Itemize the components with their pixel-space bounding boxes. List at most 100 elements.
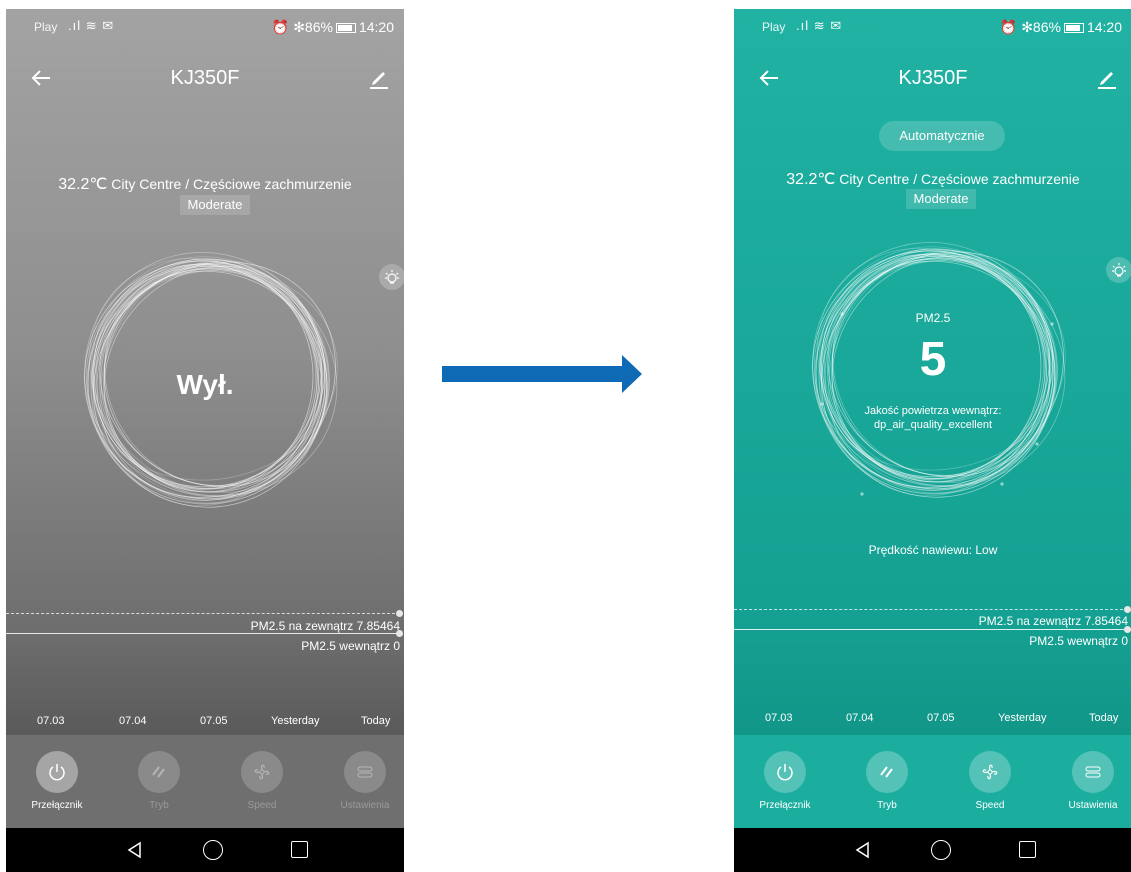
status-bar: Play .ıl ≋ ✉ ⏰ ✻86% 14:20 <box>734 9 1131 45</box>
outdoor-pm-dot <box>396 610 403 617</box>
outdoor-pm-line <box>6 613 400 614</box>
control-bar: Przełącznik Tryb Speed Ustawienia <box>6 735 404 828</box>
location-condition: City Centre / Częściowe zachmurzenie <box>111 176 352 192</box>
indoor-pm-label: PM2.5 wewnątrz 0 <box>301 639 400 653</box>
air-quality-line1: Jakość powietrza wewnątrz: <box>864 405 1002 417</box>
power-icon <box>777 764 793 781</box>
mode-button[interactable] <box>866 751 908 793</box>
temperature: 32.2℃ <box>58 176 108 193</box>
mode-pill[interactable]: Automatycznie <box>879 121 1005 151</box>
nav-recent-apps-icon[interactable] <box>1019 841 1036 858</box>
weather-line: 32.2℃ City Centre / Częściowe zachmurzen… <box>6 174 404 194</box>
date-label[interactable]: Yesterday <box>271 715 320 727</box>
fan-speed-text: Prędkość nawiewu: Low <box>868 543 998 557</box>
settings-label: Ustawienia <box>340 800 390 811</box>
nav-back-icon[interactable] <box>125 840 145 860</box>
settings-label: Ustawienia <box>1068 800 1118 811</box>
device-title: KJ350F <box>170 67 240 89</box>
app-bar: KJ350F <box>734 61 1131 101</box>
power-icon <box>49 764 65 781</box>
phone-screen-off: Play .ıl ≋ ✉ ⏰ ✻86% 14:20 KJ350F 32.2℃ Ci… <box>6 9 404 872</box>
date-axis: 07.03 07.04 07.05 Yesterday Today <box>734 712 1131 728</box>
air-quality-badge: Moderate <box>906 189 976 209</box>
slashes-icon <box>880 766 893 778</box>
weather-line: 32.2℃ City Centre / Częściowe zachmurzen… <box>734 169 1131 189</box>
date-label[interactable]: 07.05 <box>927 712 955 724</box>
date-axis: 07.03 07.04 07.05 Yesterday Today <box>6 715 404 731</box>
date-label[interactable]: Today <box>1089 712 1118 724</box>
light-bulb-icon[interactable] <box>379 264 404 290</box>
signal-wifi-mail-icons: .ıl ≋ ✉ <box>796 18 843 33</box>
particle-dot <box>860 492 864 496</box>
fan-icon <box>254 764 270 780</box>
light-bulb-icon[interactable] <box>1106 257 1131 283</box>
date-label[interactable]: Yesterday <box>998 712 1047 724</box>
indoor-pm-dot <box>1124 626 1131 633</box>
power-button[interactable] <box>36 751 78 793</box>
battery-icon <box>1063 23 1084 33</box>
particle-dot <box>1035 442 1039 446</box>
clock-label: 14:20 <box>358 19 394 35</box>
status-right: ⏰ ✻86% 14:20 <box>1000 19 1122 36</box>
mode-label: Tryb <box>149 800 169 811</box>
date-label[interactable]: 07.03 <box>37 715 65 727</box>
fan-icon <box>982 764 998 780</box>
clock-label: 14:20 <box>1086 19 1122 35</box>
date-label[interactable]: 07.04 <box>119 715 147 727</box>
settings-button[interactable] <box>344 751 386 793</box>
pencil-icon[interactable] <box>368 67 390 89</box>
indoor-pm-line <box>734 629 1128 630</box>
outdoor-pm-label: PM2.5 na zewnątrz 7.85464 <box>978 614 1128 628</box>
pm-value: 5 <box>919 333 947 386</box>
pm-label: PM2.5 <box>915 311 951 325</box>
outdoor-pm-label: PM2.5 na zewnątrz 7.85464 <box>250 619 400 633</box>
status-bar: Play .ıl ≋ ✉ ⏰ ✻86% 14:20 <box>6 9 404 45</box>
date-label[interactable]: 07.04 <box>846 712 874 724</box>
nav-back-icon[interactable] <box>853 840 873 860</box>
temperature: 32.2℃ <box>786 171 836 188</box>
carrier-label: Play <box>34 20 58 34</box>
speed-button[interactable] <box>969 751 1011 793</box>
nav-home-icon[interactable] <box>931 840 951 860</box>
speed-label: Speed <box>247 800 277 811</box>
control-bar: Przełącznik Tryb Speed Ustawienia <box>734 735 1131 828</box>
settings-button[interactable] <box>1072 751 1114 793</box>
power-label: Przełącznik <box>759 800 811 811</box>
date-label[interactable]: Today <box>361 715 390 727</box>
signal-wifi-mail-icons: .ıl ≋ ✉ <box>68 18 115 33</box>
power-label: Przełącznik <box>31 800 83 811</box>
mode-label: Tryb <box>877 800 897 811</box>
system-nav-bar <box>6 828 404 872</box>
indoor-pm-dot <box>396 630 403 637</box>
system-nav-bar <box>734 828 1131 872</box>
phone-screen-on: Play .ıl ≋ ✉ ⏰ ✻86% 14:20 KJ350F Automaty… <box>734 9 1131 872</box>
air-quality-text: Jakość powietrza wewnątrz: dp_air_qualit… <box>734 404 1131 432</box>
mode-button[interactable] <box>138 751 180 793</box>
pencil-icon[interactable] <box>1096 67 1118 89</box>
transition-arrow-icon <box>442 355 642 393</box>
air-quality-badge: Moderate <box>180 195 250 215</box>
outdoor-pm-line <box>734 609 1128 610</box>
alarm-bluetooth-battery-label: ⏰ ✻86% <box>999 19 1061 35</box>
device-title: KJ350F <box>898 67 968 89</box>
settings-bars-icon <box>357 766 373 778</box>
speed-label: Speed <box>975 800 1005 811</box>
outdoor-pm-dot <box>1124 606 1131 613</box>
date-label[interactable]: 07.05 <box>200 715 228 727</box>
power-button[interactable] <box>764 751 806 793</box>
alarm-bluetooth-battery-label: ⏰ ✻86% <box>271 19 333 35</box>
indoor-pm-line <box>6 633 400 634</box>
app-bar: KJ350F <box>6 61 404 101</box>
nav-home-icon[interactable] <box>203 840 223 860</box>
date-label[interactable]: 07.03 <box>765 712 793 724</box>
particle-dot <box>1000 482 1004 486</box>
location-condition: City Centre / Częściowe zachmurzenie <box>839 171 1080 187</box>
power-off-status: Wył. <box>176 369 234 400</box>
air-quality-line2: dp_air_quality_excellent <box>873 419 993 431</box>
nav-recent-apps-icon[interactable] <box>291 841 308 858</box>
settings-bars-icon <box>1085 766 1101 778</box>
slashes-icon <box>152 766 165 778</box>
battery-icon <box>335 23 356 33</box>
speed-button[interactable] <box>241 751 283 793</box>
indoor-pm-label: PM2.5 wewnątrz 0 <box>1029 634 1128 648</box>
